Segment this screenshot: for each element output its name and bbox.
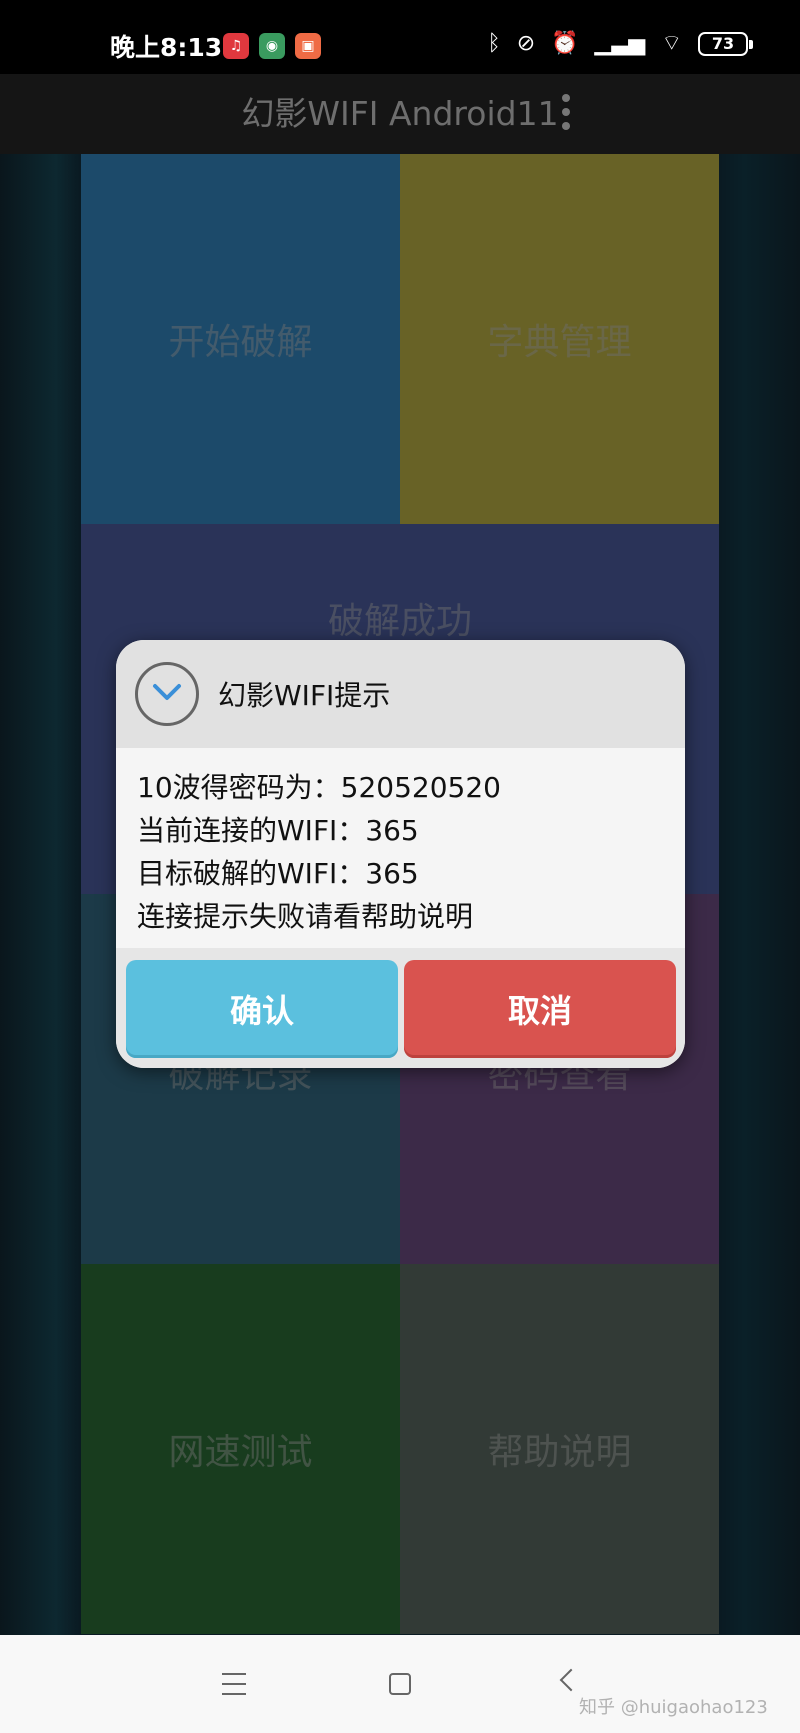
message-line: 10波得密码为：520520520 <box>137 771 501 804</box>
status-time: 晚上8:13 <box>110 33 223 62</box>
tile-label: 网速测试 <box>168 1432 313 1473</box>
menu-icon[interactable] <box>222 1673 246 1695</box>
tile-label: 开始破解 <box>168 322 313 363</box>
dialog-title: 幻影WIFI提示 <box>218 679 391 712</box>
navigation-bar: 知乎 @huigaohao123 <box>0 1635 800 1733</box>
tile-speed-test[interactable]: 网速测试 <box>81 1264 400 1634</box>
cancel-button[interactable]: 取消 <box>404 960 676 1058</box>
netease-music-icon: ♫ <box>223 33 249 59</box>
bluetooth-icon: ᛒ <box>487 31 501 56</box>
dialog-buttons: 确认 取消 <box>116 948 685 1068</box>
tile-label: 帮助说明 <box>487 1432 632 1473</box>
tile-dictionary-manage[interactable]: 字典管理 <box>400 154 719 524</box>
status-bar: 晚上8:13 ♫ ◉ ▣ ᛒ ⊘ ⏰ ▁▃▅ ⌔ 73 <box>0 0 800 74</box>
alert-dialog: 幻影WIFI提示 10波得密码为：520520520 当前连接的WIFI：365… <box>116 640 685 1068</box>
back-icon[interactable] <box>559 1668 583 1692</box>
app-bar: 幻影WIFI Android11 <box>0 74 800 154</box>
dialog-header: 幻影WIFI提示 <box>116 640 685 748</box>
overflow-menu-icon[interactable] <box>560 94 572 134</box>
confirm-button[interactable]: 确认 <box>126 960 398 1058</box>
alarm-icon: ⏰ <box>551 31 579 56</box>
app-title: 幻影WIFI Android11 <box>241 94 559 133</box>
dialog-message: 10波得密码为：520520520 当前连接的WIFI：365 目标破解的WIF… <box>116 748 685 948</box>
tile-start-crack[interactable]: 开始破解 <box>81 154 400 524</box>
message-line: 目标破解的WIFI：365 <box>137 857 419 890</box>
app-icon: ▣ <box>295 33 321 59</box>
mute-icon: ⊘ <box>516 31 536 56</box>
watermark: 知乎 @huigaohao123 <box>579 1697 768 1718</box>
chevron-down-icon <box>135 662 199 726</box>
wifi-icon: ⌔ <box>661 31 682 56</box>
system-icons: ᛒ ⊘ ⏰ ▁▃▅ ⌔ 73 <box>487 30 753 58</box>
android-icon: ◉ <box>259 33 285 59</box>
tile-label: 字典管理 <box>487 322 632 363</box>
tile-help[interactable]: 帮助说明 <box>400 1264 719 1634</box>
message-line: 当前连接的WIFI：365 <box>137 814 419 847</box>
home-icon[interactable] <box>389 1673 411 1695</box>
tile-label: 破解成功 <box>327 601 472 642</box>
message-line: 连接提示失败请看帮助说明 <box>137 900 474 933</box>
battery-indicator: 73 <box>698 32 753 56</box>
signal-icon: ▁▃▅ <box>594 31 646 56</box>
